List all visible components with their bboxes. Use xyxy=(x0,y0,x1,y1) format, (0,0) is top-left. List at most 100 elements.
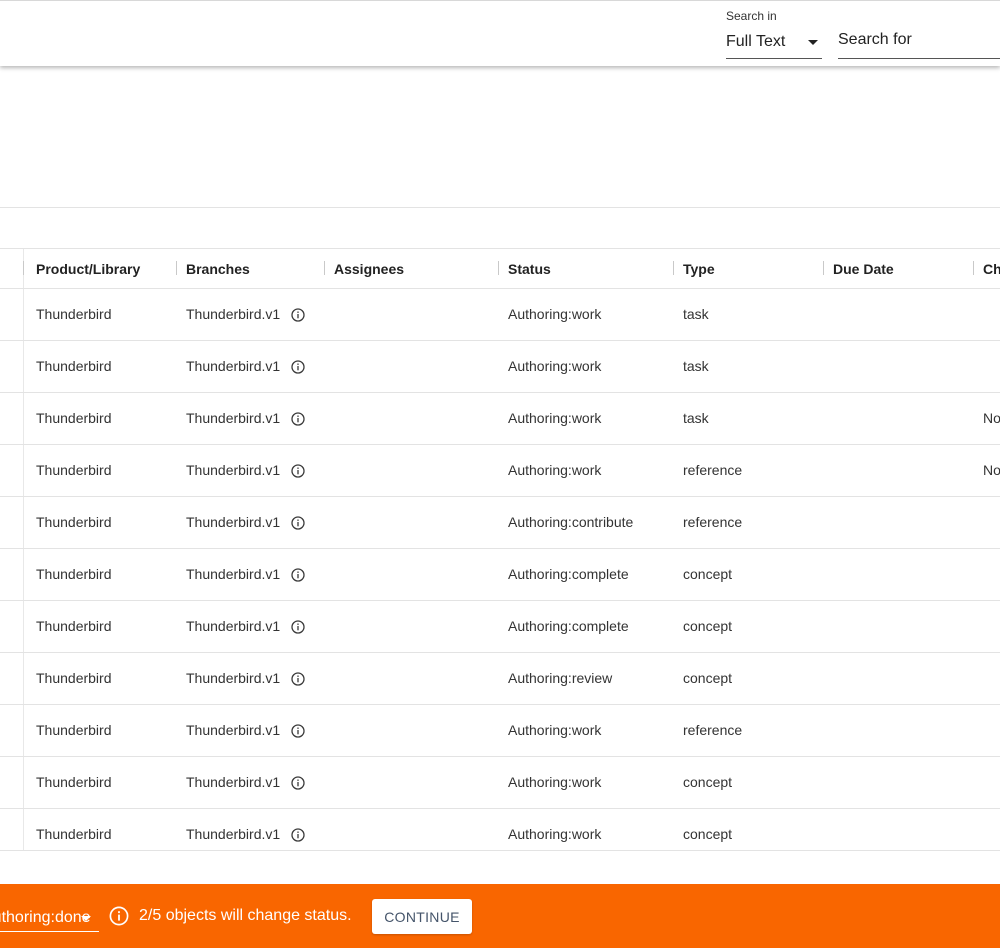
target-status-value: Authoring:done xyxy=(0,908,91,926)
cell-status: Authoring:work xyxy=(508,306,602,322)
table-row[interactable]: Thunderbird Thunderbird.v1 Authoring:wor… xyxy=(0,705,1000,757)
column-separator[interactable] xyxy=(673,261,674,275)
cell-branch: Thunderbird.v1 xyxy=(186,410,281,426)
info-circle-icon[interactable] xyxy=(291,828,305,842)
cell-status: Authoring:complete xyxy=(508,618,629,634)
cell-status: Authoring:work xyxy=(508,410,602,426)
target-status-select[interactable]: Authoring:done xyxy=(0,904,99,932)
cell-status: Authoring:work xyxy=(508,774,602,790)
column-separator[interactable] xyxy=(324,261,325,275)
cell-product: Thunderbird xyxy=(36,774,112,790)
cell-status: Authoring:work xyxy=(508,462,602,478)
column-separator[interactable] xyxy=(23,261,24,275)
table-row[interactable]: Thunderbird Thunderbird.v1 Authoring:com… xyxy=(0,601,1000,653)
column-header-type[interactable]: Type xyxy=(683,249,715,289)
cell-product: Thunderbird xyxy=(36,566,112,582)
cell-type: concept xyxy=(683,618,733,634)
cell-branch: Thunderbird.v1 xyxy=(186,358,281,374)
cell-branch: Thunderbird.v1 xyxy=(186,722,281,738)
search-in-value: Full Text xyxy=(726,32,786,50)
table-body: Thunderbird Thunderbird.v1 Authoring:wor… xyxy=(0,289,1000,850)
info-circle-icon[interactable] xyxy=(291,464,305,478)
status-change-message: 2/5 objects will change status. xyxy=(139,907,352,924)
table-row[interactable]: Thunderbird Thunderbird.v1 Authoring:wor… xyxy=(0,289,1000,341)
cell-status: Authoring:review xyxy=(508,670,613,686)
cell-type: concept xyxy=(683,826,733,842)
search-for-field xyxy=(838,25,1000,59)
info-circle-icon[interactable] xyxy=(291,672,305,686)
cell-type: task xyxy=(683,306,709,322)
cell-type: reference xyxy=(683,462,743,478)
table-row[interactable]: Thunderbird Thunderbird.v1 Authoring:wor… xyxy=(0,341,1000,393)
cell-branch: Thunderbird.v1 xyxy=(186,306,281,322)
top-search-bar: Search in Full Text xyxy=(0,0,1000,66)
column-header-branches[interactable]: Branches xyxy=(186,249,250,289)
info-circle-icon[interactable] xyxy=(291,724,305,738)
cell-product: Thunderbird xyxy=(36,306,112,322)
cell-branch: Thunderbird.v1 xyxy=(186,462,281,478)
cell-branch: Thunderbird.v1 xyxy=(186,514,281,530)
cell-branch: Thunderbird.v1 xyxy=(186,566,281,582)
cell-type: concept xyxy=(683,774,733,790)
info-circle-icon xyxy=(109,906,129,926)
cell-product: Thunderbird xyxy=(36,826,112,842)
search-input[interactable] xyxy=(838,25,1000,55)
cell-product: Thunderbird xyxy=(36,618,112,634)
info-circle-icon[interactable] xyxy=(291,360,305,374)
cell-product: Thunderbird xyxy=(36,410,112,426)
cell-type: concept xyxy=(683,566,733,582)
search-in-control: Search in Full Text xyxy=(726,9,822,59)
info-circle-icon[interactable] xyxy=(291,516,305,530)
info-circle-icon[interactable] xyxy=(291,620,305,634)
cell-product: Thunderbird xyxy=(36,670,112,686)
info-circle-icon[interactable] xyxy=(291,776,305,790)
cell-type: reference xyxy=(683,722,743,738)
cell-branch: Thunderbird.v1 xyxy=(186,774,281,790)
cell-ch: No xyxy=(983,410,1000,426)
bulk-status-bar: Authoring:done 2/5 objects will change s… xyxy=(0,884,1000,948)
cell-ch: No xyxy=(983,462,1000,478)
cell-product: Thunderbird xyxy=(36,462,112,478)
table-row[interactable]: Thunderbird Thunderbird.v1 Authoring:wor… xyxy=(0,809,1000,850)
table-header: Product/Library Branches Assignees Statu… xyxy=(0,249,1000,289)
info-circle-icon[interactable] xyxy=(291,568,305,582)
cell-branch: Thunderbird.v1 xyxy=(186,826,281,842)
column-header-status[interactable]: Status xyxy=(508,249,551,289)
cell-status: Authoring:work xyxy=(508,722,602,738)
table-row[interactable]: Thunderbird Thunderbird.v1 Authoring:wor… xyxy=(0,757,1000,809)
info-circle-icon[interactable] xyxy=(291,412,305,426)
table-row[interactable]: Thunderbird Thunderbird.v1 Authoring:wor… xyxy=(0,445,1000,497)
info-circle-icon[interactable] xyxy=(291,308,305,322)
table-row[interactable]: Thunderbird Thunderbird.v1 Authoring:wor… xyxy=(0,393,1000,445)
search-in-select[interactable]: Full Text xyxy=(726,25,822,59)
cell-product: Thunderbird xyxy=(36,722,112,738)
cell-status: Authoring:contribute xyxy=(508,514,634,530)
cell-branch: Thunderbird.v1 xyxy=(186,670,281,686)
column-header-assignees[interactable]: Assignees xyxy=(334,249,404,289)
column-separator[interactable] xyxy=(176,261,177,275)
cell-status: Authoring:work xyxy=(508,358,602,374)
caret-down-icon xyxy=(81,916,91,921)
objects-table: Product/Library Branches Assignees Statu… xyxy=(0,248,1000,851)
table-row[interactable]: Thunderbird Thunderbird.v1 Authoring:com… xyxy=(0,549,1000,601)
cell-status: Authoring:complete xyxy=(508,566,629,582)
continue-button[interactable]: CONTINUE xyxy=(372,899,472,934)
cell-branch: Thunderbird.v1 xyxy=(186,618,281,634)
cell-type: concept xyxy=(683,670,733,686)
table-row[interactable]: Thunderbird Thunderbird.v1 Authoring:con… xyxy=(0,497,1000,549)
column-header-product-library[interactable]: Product/Library xyxy=(36,249,140,289)
column-header-due-date[interactable]: Due Date xyxy=(833,249,894,289)
cell-type: reference xyxy=(683,514,743,530)
cell-type: task xyxy=(683,410,709,426)
column-header-ch[interactable]: Ch xyxy=(983,249,1000,289)
caret-down-icon xyxy=(808,40,818,45)
cell-product: Thunderbird xyxy=(36,358,112,374)
column-separator[interactable] xyxy=(823,261,824,275)
table-row[interactable]: Thunderbird Thunderbird.v1 Authoring:rev… xyxy=(0,653,1000,705)
column-separator[interactable] xyxy=(498,261,499,275)
cell-type: task xyxy=(683,358,709,374)
section-divider xyxy=(0,207,1000,208)
column-separator[interactable] xyxy=(973,261,974,275)
search-in-label: Search in xyxy=(726,9,777,23)
cell-product: Thunderbird xyxy=(36,514,112,530)
